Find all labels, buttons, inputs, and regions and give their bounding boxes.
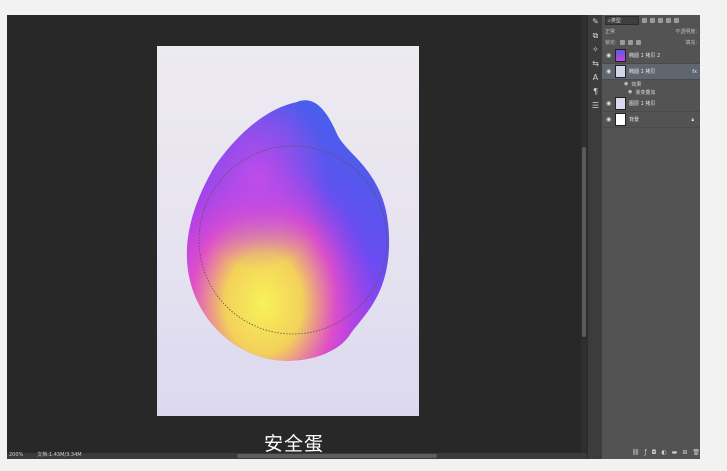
character-icon[interactable]: A	[588, 71, 603, 85]
layer-background[interactable]: ◉ 背景 🔒︎	[602, 112, 700, 128]
layer-thumbnail	[615, 97, 626, 110]
canvas-area[interactable]: 安全蛋	[7, 15, 581, 455]
filter-kind-label: 类型	[610, 18, 621, 24]
layer-thumbnail	[615, 65, 626, 78]
layer-thumbnail	[615, 113, 626, 126]
filter-kind-select[interactable]: ⌕ 类型	[605, 16, 639, 25]
type-filter-icon[interactable]	[658, 18, 663, 23]
effects-label: 效果	[631, 81, 642, 88]
layer-name[interactable]: 图层 1 拷贝	[629, 100, 700, 107]
layers-bottom-toolbar: ⛓ ƒ ◘ ◐ ▬ ⊞ 🗑︎	[602, 448, 700, 457]
layer-thumbnail	[615, 49, 626, 62]
lock-fill-row: 锁定: 填充:	[602, 37, 700, 48]
paragraph-icon[interactable]: ¶	[588, 85, 603, 99]
layer-name[interactable]: 椭圆 1 拷贝 2	[629, 52, 700, 59]
layer-name[interactable]: 椭圆 1 拷贝	[629, 68, 689, 75]
visibility-eye-icon[interactable]: ◉	[606, 116, 612, 123]
photoshop-window: 安全蛋 200% 文档:1.43M/3.34M ✎ ⧉ ✧ ⇆ A ¶ ☰ ⌕ …	[7, 15, 700, 459]
visibility-eye-icon[interactable]: ◉	[606, 100, 612, 107]
brush-preset-icon[interactable]: ✎	[588, 15, 603, 29]
lock-label: 锁定:	[605, 40, 617, 46]
blend-opacity-row: 正常 不透明度:	[602, 26, 700, 37]
lock-icon: 🔒︎	[691, 116, 694, 123]
new-layer-icon[interactable]: ⊞	[682, 449, 687, 456]
horizontal-scroll-thumb[interactable]	[237, 454, 437, 458]
status-bar: 200% 文档:1.43M/3.34M	[7, 450, 82, 459]
layer-filter-row: ⌕ 类型	[602, 15, 700, 26]
layer-effect-gradient-overlay[interactable]: ◉ 渐变叠加	[602, 88, 700, 96]
horizontal-scrollbar[interactable]	[7, 453, 587, 459]
add-mask-icon[interactable]: ◘	[652, 449, 657, 456]
panel-icon-strip: ✎ ⧉ ✧ ⇆ A ¶ ☰	[587, 15, 603, 459]
smart-object-filter-icon[interactable]	[674, 18, 679, 23]
shape-filter-icon[interactable]	[666, 18, 671, 23]
layers-panel: ⌕ 类型 正常 不透明度: 锁定: 填充: ◉ 椭圆 1 拷贝 2 ◉ 椭圆 1…	[602, 15, 700, 459]
properties-icon[interactable]: ☰	[588, 99, 603, 113]
document-info[interactable]: 文档:1.43M/3.34M	[37, 451, 81, 458]
zoom-level[interactable]: 200%	[9, 452, 23, 458]
layer-name[interactable]: 背景	[629, 116, 688, 123]
trash-icon[interactable]: 🗑︎	[692, 449, 700, 456]
pixel-filter-icon[interactable]	[642, 18, 647, 23]
tool-presets-icon[interactable]: ✧	[588, 43, 603, 57]
clone-source-icon[interactable]: ⧉	[588, 29, 603, 43]
layer-ellipse-copy-2[interactable]: ◉ 椭圆 1 拷贝 2	[602, 48, 700, 64]
layer-layer-1-copy[interactable]: ◉ 图层 1 拷贝	[602, 96, 700, 112]
visibility-eye-icon[interactable]: ◉	[606, 52, 612, 59]
adjustments-icon[interactable]: ⇆	[588, 57, 603, 71]
lock-pixels-icon[interactable]	[619, 40, 625, 45]
effect-eye-icon[interactable]: ◉	[628, 89, 632, 95]
blend-mode-select[interactable]: 正常	[605, 28, 615, 35]
fill-label[interactable]: 填充:	[685, 39, 697, 46]
effect-item-label: 渐变叠加	[635, 89, 656, 96]
new-group-icon[interactable]: ▬	[672, 449, 678, 456]
lock-all-icon[interactable]	[635, 40, 641, 45]
caption-text: 安全蛋	[263, 433, 324, 455]
layer-ellipse-copy[interactable]: ◉ 椭圆 1 拷贝 fx	[602, 64, 700, 80]
adjustment-filter-icon[interactable]	[650, 18, 655, 23]
document-canvas[interactable]	[157, 46, 419, 416]
link-layers-icon[interactable]: ⛓	[632, 449, 640, 456]
layer-fx-badge[interactable]: fx	[692, 69, 700, 75]
gradient-blob	[186, 100, 390, 361]
add-style-icon[interactable]: ƒ	[645, 449, 647, 456]
lock-position-icon[interactable]	[627, 40, 633, 45]
layer-effects-group[interactable]: ◉ 效果	[602, 80, 700, 88]
visibility-eye-icon[interactable]: ◉	[606, 68, 612, 75]
adjustment-layer-icon[interactable]: ◐	[661, 449, 666, 456]
opacity-label[interactable]: 不透明度:	[675, 28, 697, 35]
effect-eye-icon[interactable]: ◉	[624, 81, 628, 87]
vertical-scroll-thumb[interactable]	[582, 147, 586, 337]
